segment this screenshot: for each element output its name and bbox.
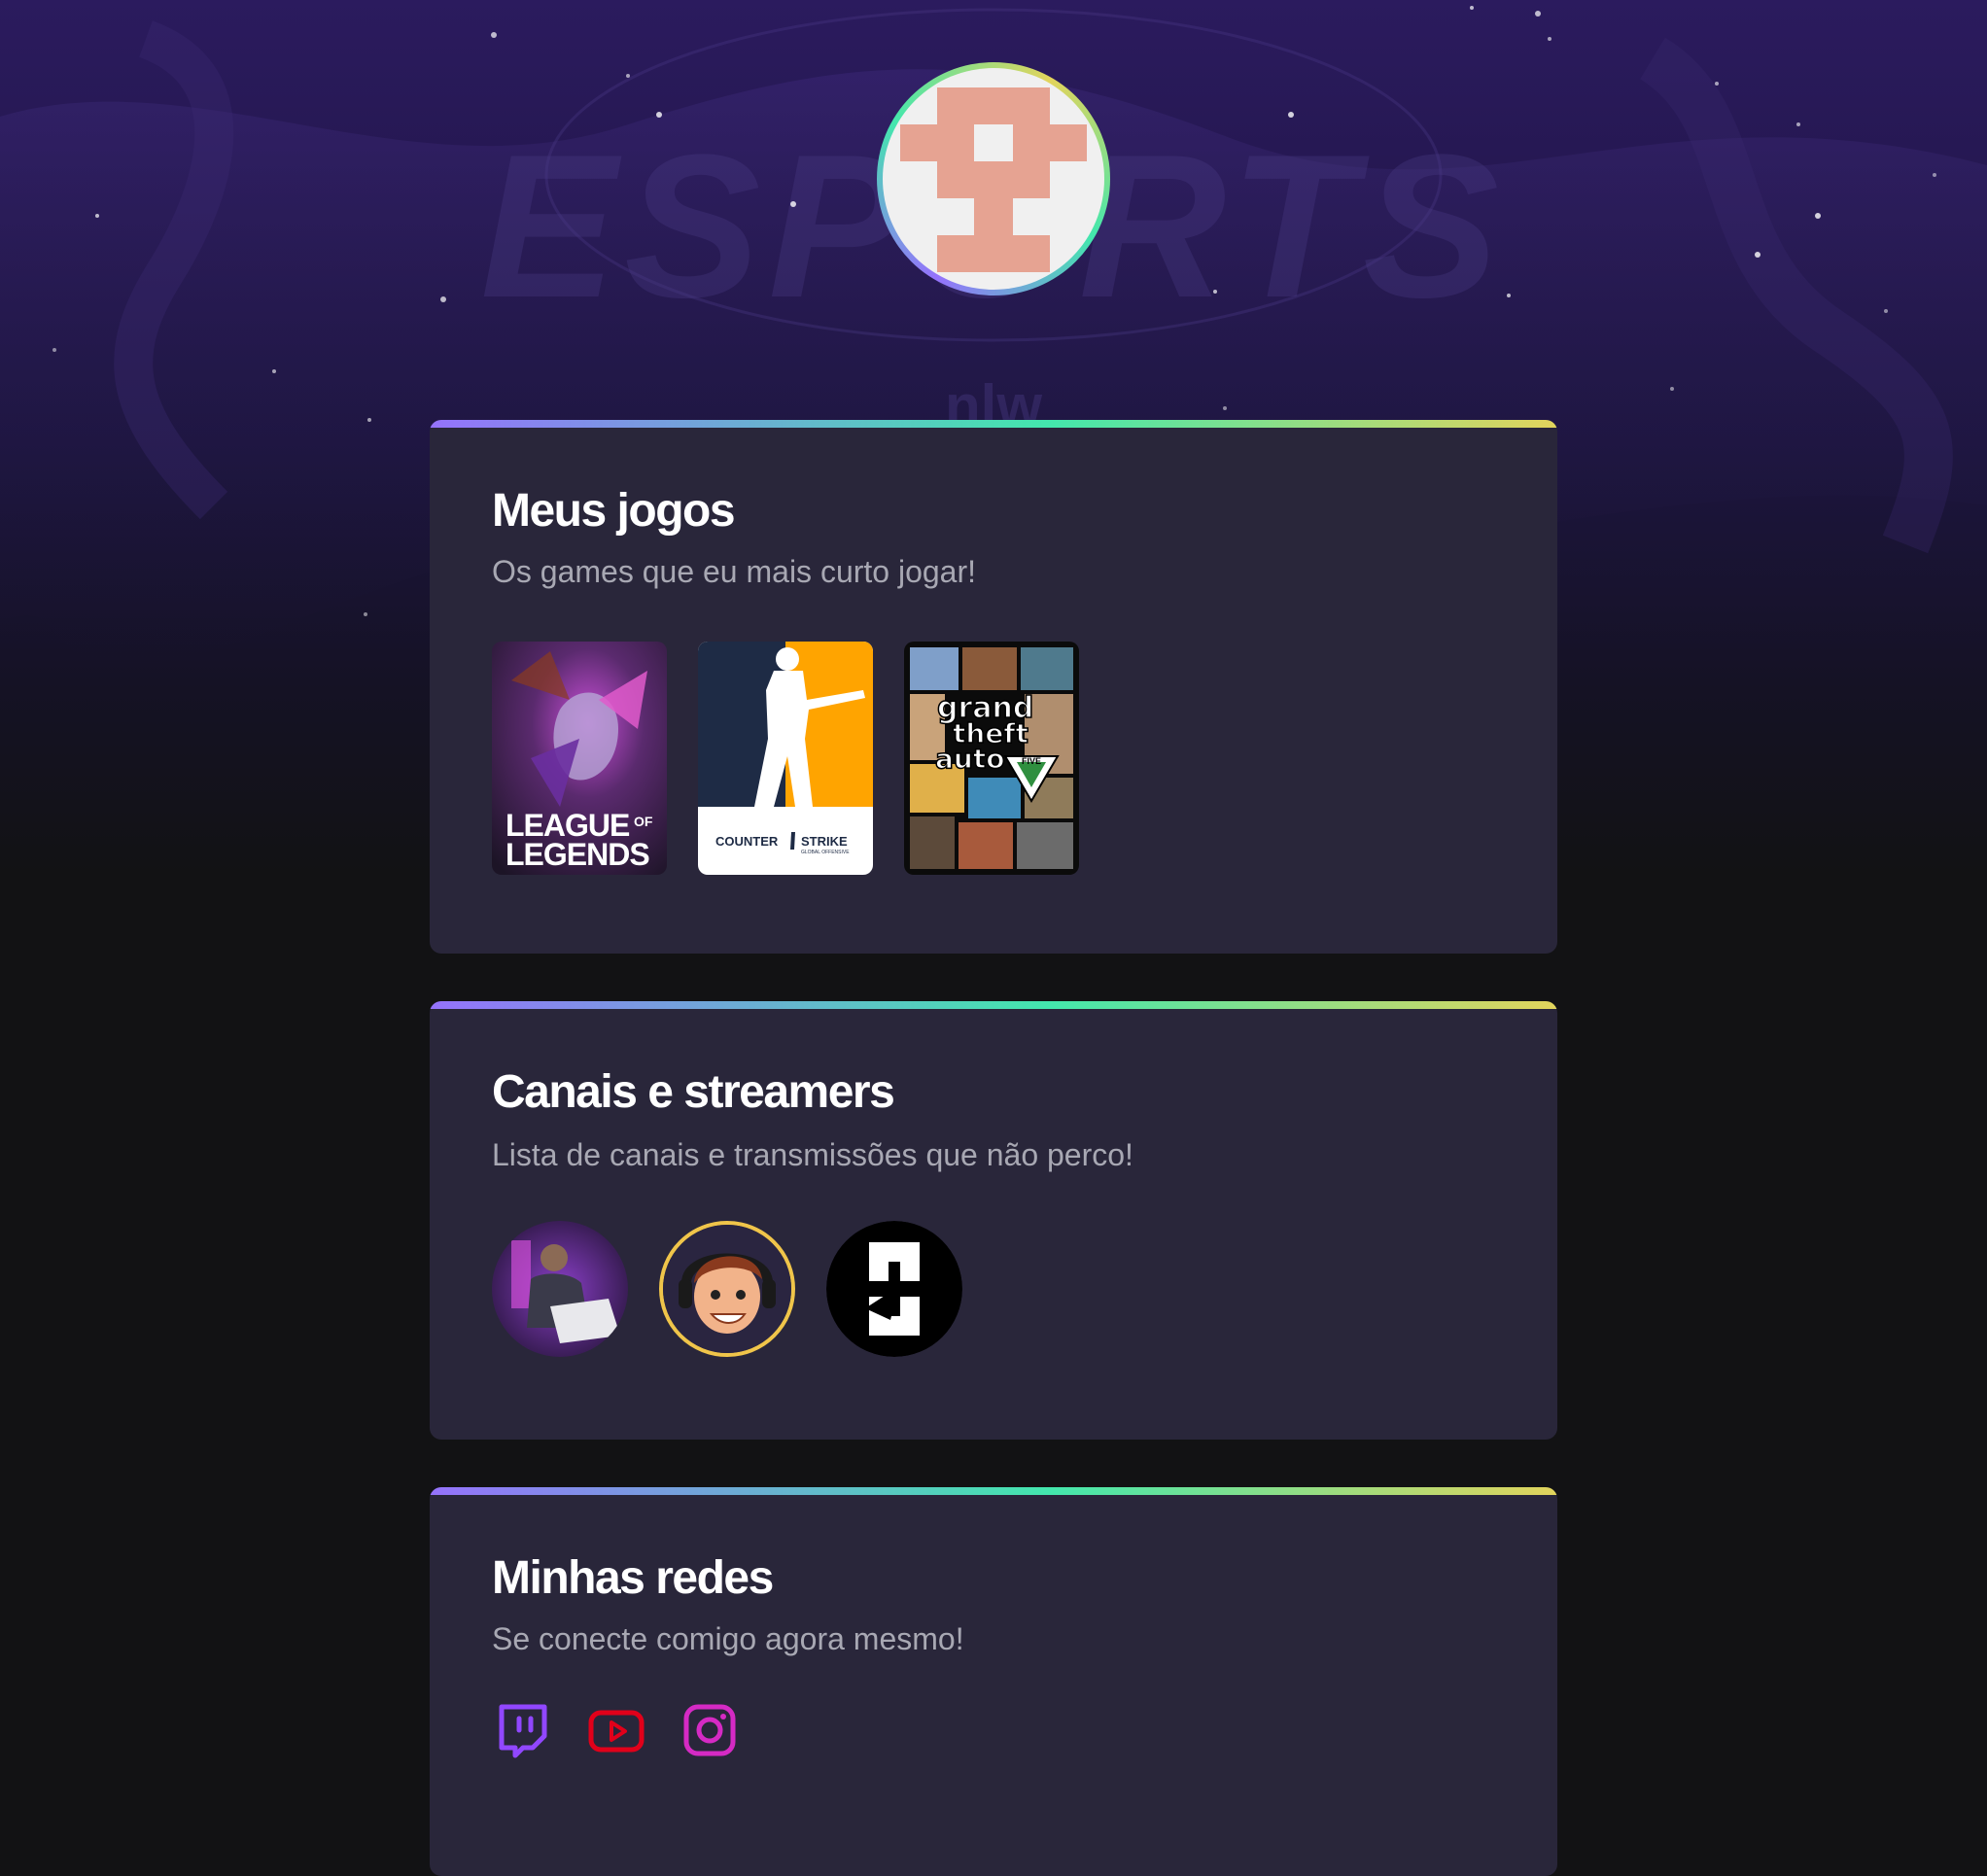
profile-avatar: [877, 62, 1110, 295]
twitch-icon[interactable]: [494, 1701, 552, 1759]
streamers-card: Canais e streamers Lista de canais e tra…: [430, 1001, 1557, 1440]
svg-text:GLOBAL OFFENSIVE: GLOBAL OFFENSIVE: [801, 850, 850, 855]
identicon: [883, 68, 1104, 290]
svg-text:STRIKE: STRIKE: [801, 834, 848, 849]
section-subtitle: Os games que eu mais curto jogar!: [492, 554, 977, 589]
section-title: Meus jogos: [492, 485, 736, 537]
section-subtitle: Se conecte comigo agora mesmo!: [492, 1621, 964, 1656]
gradient-bar: [430, 1487, 1557, 1495]
svg-text:OF: OF: [634, 814, 653, 829]
svg-text:COUNTER: COUNTER: [715, 834, 779, 849]
svg-text:LEGENDS: LEGENDS: [505, 837, 649, 872]
svg-text:FIVE: FIVE: [1022, 756, 1041, 766]
games-card: Meus jogos Os games que eu mais curto jo…: [430, 420, 1557, 954]
section-title: Minhas redes: [492, 1552, 774, 1604]
game-gta-v[interactable]: grand theft auto FIVE: [904, 642, 1079, 875]
gradient-bar: [430, 420, 1557, 428]
instagram-icon[interactable]: [680, 1701, 739, 1759]
streamer-avatar-1[interactable]: [492, 1221, 628, 1357]
section-title: Canais e streamers: [492, 1066, 895, 1118]
svg-text:auto: auto: [935, 743, 1004, 775]
game-counter-strike[interactable]: COUNTER STRIKE GLOBAL OFFENSIVE: [698, 642, 873, 875]
social-card: Minhas redes Se conecte comigo agora mes…: [430, 1487, 1557, 1876]
streamer-avatar-3[interactable]: [826, 1221, 962, 1357]
youtube-icon[interactable]: [587, 1701, 645, 1759]
section-subtitle: Lista de canais e transmissões que não p…: [492, 1137, 1133, 1172]
streamer-avatar-2[interactable]: [659, 1221, 795, 1357]
game-league-of-legends[interactable]: LEAGUE OF LEGENDS: [492, 642, 667, 875]
gradient-bar: [430, 1001, 1557, 1009]
